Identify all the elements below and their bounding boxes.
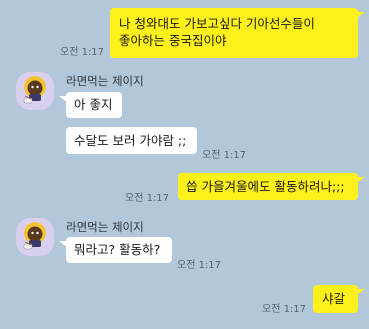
my-message-bubble[interactable]: 샤갈 — [313, 285, 358, 313]
profile-avatar[interactable] — [16, 72, 54, 110]
message-text: 아 좋지 — [74, 97, 113, 112]
ramen-character-icon — [23, 222, 46, 250]
sender-name: 라면먹는 제이지 — [66, 74, 144, 88]
bubble-tail — [59, 96, 67, 102]
bubble-tail — [357, 12, 365, 18]
message-text: 샤갈 — [322, 291, 346, 306]
bubble-tail — [357, 289, 365, 295]
ramen-character-icon — [23, 76, 46, 104]
bubble-tail — [59, 241, 67, 247]
message-text: 씁 가을겨울에도 활동하려나;;; — [186, 179, 345, 194]
my-message-bubble[interactable]: 나 청와대도 가보고싶다 기아선수들이 좋아하는 중국집이야 — [110, 8, 358, 58]
message-time: 오전 1:17 — [125, 193, 170, 204]
sender-name: 라면먹는 제이지 — [66, 220, 144, 234]
bubble-tail — [357, 177, 365, 183]
message-time: 오전 1:17 — [202, 150, 247, 161]
message-text: 수달도 보러 가야람 ;; — [74, 133, 187, 148]
other-message-bubble[interactable]: 뭐라고? 활동하? — [66, 237, 172, 263]
other-message-bubble[interactable]: 수달도 보러 가야람 ;; — [66, 127, 197, 154]
other-message-bubble[interactable]: 아 좋지 — [66, 92, 122, 118]
message-time: 오전 1:17 — [177, 260, 222, 271]
message-time: 오전 1:17 — [262, 304, 307, 315]
message-time: 오전 1:17 — [60, 47, 105, 58]
profile-avatar[interactable] — [16, 218, 54, 256]
message-text: 뭐라고? 활동하? — [74, 242, 161, 257]
my-message-bubble[interactable]: 씁 가을겨울에도 활동하려나;;; — [178, 173, 358, 200]
message-text: 나 청와대도 가보고싶다 기아선수들이 좋아하는 중국집이야 — [119, 16, 319, 48]
